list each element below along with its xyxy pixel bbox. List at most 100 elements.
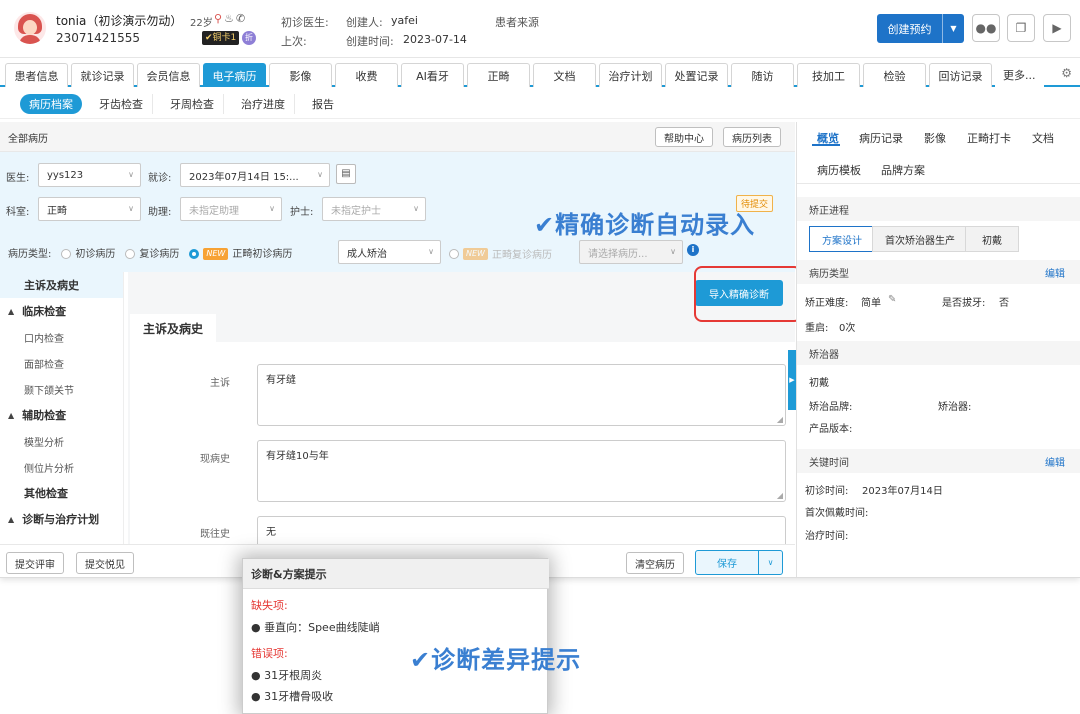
radio-ortho-return[interactable]: NEW 正畸复诊病历 xyxy=(449,246,552,261)
rtab-ortho-checkin[interactable]: 正畸打卡 xyxy=(967,130,1011,146)
subtab-treatment-progress[interactable]: 治疗进度 xyxy=(232,93,295,114)
record-list-button[interactable]: 病历列表 xyxy=(723,127,781,147)
nav-facial-exam[interactable]: 面部检查 xyxy=(0,350,123,376)
tab-emr[interactable]: 电子病历 xyxy=(203,63,266,87)
dept-select[interactable]: 正畸 ∨ xyxy=(38,197,141,221)
play-icon[interactable]: ▶ xyxy=(1043,14,1071,42)
nav-tmj[interactable]: 颞下颌关节 xyxy=(0,376,123,402)
copy-icon[interactable]: ❐ xyxy=(1007,14,1035,42)
step-first-production[interactable]: 首次矫治器生产 xyxy=(872,226,966,252)
nav-ceph-analysis[interactable]: 侧位片分析 xyxy=(0,454,123,480)
right-tabs: 概览 病历记录 影像 正畸打卡 文档 病历模板 品牌方案 xyxy=(797,122,1080,184)
wechat-icon[interactable]: ●● xyxy=(972,14,1000,42)
nav-auxiliary-exam[interactable]: ▲ 辅助检查 xyxy=(0,402,123,428)
tab-imaging[interactable]: 影像 xyxy=(269,63,332,87)
info-icon[interactable]: i xyxy=(687,244,699,256)
ortho-type-select[interactable]: 成人矫治 ∨ xyxy=(338,240,441,264)
chevron-down-icon[interactable]: ▼ xyxy=(942,14,964,43)
tab-callback-records[interactable]: 回访记录 xyxy=(929,63,992,87)
chevron-down-icon: ∨ xyxy=(317,170,323,179)
step-plan-design[interactable]: 方案设计 xyxy=(809,226,873,252)
section-title: 主诉及病史 xyxy=(130,314,217,342)
appliance-section-label: 矫治器 xyxy=(809,349,839,361)
create-appointment-button[interactable]: 创建预约 ▼ xyxy=(877,14,964,43)
chief-complaint-field[interactable]: 有牙缝 ◢ xyxy=(257,364,786,426)
tab-tests[interactable]: 检验 xyxy=(863,63,926,87)
nav-intraoral-exam[interactable]: 口内检查 xyxy=(0,324,123,350)
chief-complaint-value: 有牙缝 xyxy=(266,375,296,386)
tab-treatment-plan[interactable]: 治疗计划 xyxy=(599,63,662,87)
doctor-value: yys123 xyxy=(47,169,84,181)
nurse-select[interactable]: 未指定护士 ∨ xyxy=(322,197,426,221)
resize-handle-icon[interactable]: ◢ xyxy=(777,415,783,424)
nav-model-analysis[interactable]: 模型分析 xyxy=(0,428,123,454)
present-history-field[interactable]: 有牙缝10与年 ◢ xyxy=(257,440,786,502)
subtab-report[interactable]: 报告 xyxy=(303,94,343,114)
chevron-down-icon[interactable]: ∨ xyxy=(758,551,782,574)
visit-select[interactable]: 2023年07月14日 15:... ∨ xyxy=(180,163,330,187)
tab-charges[interactable]: 收费 xyxy=(335,63,398,87)
step-first-wear[interactable]: 初戴 xyxy=(965,226,1019,252)
tab-orthodontics[interactable]: 正畸 xyxy=(467,63,530,87)
tab-lab-work[interactable]: 技加工 xyxy=(797,63,860,87)
annotation-auto-entry: ✔精确诊断自动录入 xyxy=(534,211,756,239)
panel-toggle-icon[interactable]: ▶ xyxy=(788,350,796,410)
tab-ai-dental[interactable]: AI看牙 xyxy=(401,63,464,87)
nav-chief-complaint[interactable]: 主诉及病史 xyxy=(0,272,123,298)
edit-key-time-link[interactable]: 编辑 xyxy=(1045,454,1065,469)
tab-more[interactable]: 更多... xyxy=(995,63,1044,87)
rtab-imaging[interactable]: 影像 xyxy=(924,130,946,146)
nav-clinical-exam[interactable]: ▲ 临床检查 xyxy=(0,298,123,324)
radio-first-visit[interactable]: 初诊病历 xyxy=(61,245,115,260)
dept-label: 科室: xyxy=(6,207,30,218)
radio-ortho-first[interactable]: NEW 正畸初诊病历 xyxy=(189,245,292,260)
rtab-record-history[interactable]: 病历记录 xyxy=(859,130,903,146)
present-history-value: 有牙缝10与年 xyxy=(266,451,329,462)
restart-value: 0次 xyxy=(839,323,856,334)
radio-return-visit[interactable]: 复诊病历 xyxy=(125,245,179,260)
extraction-value: 否 xyxy=(999,298,1009,309)
treatment-time-label: 治疗时间: xyxy=(805,531,849,542)
resize-handle-icon[interactable]: ◢ xyxy=(777,491,783,500)
save-button[interactable]: 保存 ∨ xyxy=(695,550,783,575)
rtab-brand-plan[interactable]: 品牌方案 xyxy=(881,162,925,178)
subtab-tooth-exam[interactable]: 牙齿检查 xyxy=(90,93,153,114)
first-visit-value: 2023年07月14日 xyxy=(862,486,943,497)
rtab-documents[interactable]: 文档 xyxy=(1032,130,1054,146)
tab-documents[interactable]: 文档 xyxy=(533,63,596,87)
submit-opinion-button[interactable]: 提交悦见 xyxy=(76,552,134,574)
assistant-select[interactable]: 未指定助理 ∨ xyxy=(180,197,282,221)
sub-tabs: 病历档案 牙齿检查 牙周检查 治疗进度 报告 xyxy=(0,89,1080,119)
record-toolbar: 全部病历 帮助中心 病历列表 xyxy=(0,122,795,152)
calendar-icon[interactable]: ▤ xyxy=(336,164,356,184)
subtab-record-archive[interactable]: 病历档案 xyxy=(20,93,82,114)
gear-icon[interactable]: ⚙ xyxy=(1061,66,1072,80)
tab-patient-info[interactable]: 患者信息 xyxy=(5,63,68,87)
discount-badge: 折 xyxy=(242,31,256,45)
difficulty-value: 简单 xyxy=(861,298,881,309)
assistant-placeholder: 未指定助理 xyxy=(189,205,239,217)
patient-source-label: 患者来源 xyxy=(495,16,539,29)
ortho-type-value: 成人矫治 xyxy=(347,248,387,260)
doctor-select[interactable]: yys123 ∨ xyxy=(38,163,141,187)
submit-review-button[interactable]: 提交评审 xyxy=(6,552,64,574)
tab-visit-records[interactable]: 就诊记录 xyxy=(71,63,134,87)
tab-member-info[interactable]: 会员信息 xyxy=(137,63,200,87)
select-record-dropdown[interactable]: 请选择病历... ∨ xyxy=(579,240,683,264)
rtab-record-template[interactable]: 病历模板 xyxy=(817,162,861,178)
diagnosis-hint-popup: 诊断&方案提示 缺失项: ● 垂直向：Spee曲线陡峭 错误项: ● 31牙根周… xyxy=(242,558,549,714)
edit-record-type-link[interactable]: 编辑 xyxy=(1045,265,1065,280)
difficulty-label: 矫正难度: xyxy=(805,298,849,309)
overview-panel: 概览 病历记录 影像 正畸打卡 文档 病历模板 品牌方案 矫正进程 方案设计 首… xyxy=(796,122,1080,577)
nav-other-exam[interactable]: 其他检查 xyxy=(0,480,123,506)
clear-record-button[interactable]: 清空病历 xyxy=(626,552,684,574)
search-icon[interactable]: ⚲ xyxy=(214,12,224,25)
help-center-button[interactable]: 帮助中心 xyxy=(655,127,713,147)
edit-icon[interactable]: ✎ xyxy=(888,294,896,305)
phone-icon[interactable]: ✆ xyxy=(236,12,247,25)
tab-follow-up[interactable]: 随访 xyxy=(731,63,794,87)
history-fields: 主诉 有牙缝 ◢ 现病史 有牙缝10与年 ◢ 既往史 无 xyxy=(130,342,795,556)
tab-procedure-records[interactable]: 处置记录 xyxy=(665,63,728,87)
nav-diagnosis-plan[interactable]: ▲ 诊断与治疗计划 xyxy=(0,506,123,532)
subtab-periodontal-exam[interactable]: 牙周检查 xyxy=(161,93,224,114)
